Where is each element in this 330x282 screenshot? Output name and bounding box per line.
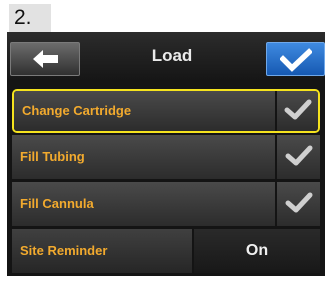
menu-item-change-cartridge[interactable]: Change Cartridge — [12, 89, 320, 133]
checkmark-icon — [285, 145, 313, 166]
menu-item-fill-tubing[interactable]: Fill Tubing — [12, 135, 320, 179]
page-title: Load — [151, 46, 193, 65]
arrow-left-icon — [33, 50, 58, 68]
menu-item-label: Fill Tubing — [20, 149, 85, 164]
checkmark-icon — [285, 192, 313, 213]
pump-screen: Load Change Cartridge Fill Tubing Fill C… — [7, 32, 325, 276]
menu-item-fill-cannula[interactable]: Fill Cannula — [12, 182, 320, 226]
confirm-button[interactable] — [266, 42, 325, 76]
checkmark-icon — [280, 48, 312, 72]
site-reminder-label: Site Reminder — [20, 243, 108, 258]
menu-item-label: Change Cartridge — [22, 103, 132, 118]
menu-item-site-reminder[interactable]: Site Reminder On — [12, 229, 320, 273]
checkmark-icon — [284, 99, 312, 120]
site-reminder-value[interactable]: On — [194, 229, 320, 273]
header-bar: Load — [7, 32, 325, 80]
step-number: 2. — [9, 4, 51, 32]
menu-item-label: Fill Cannula — [20, 196, 94, 211]
back-button[interactable] — [10, 42, 80, 76]
